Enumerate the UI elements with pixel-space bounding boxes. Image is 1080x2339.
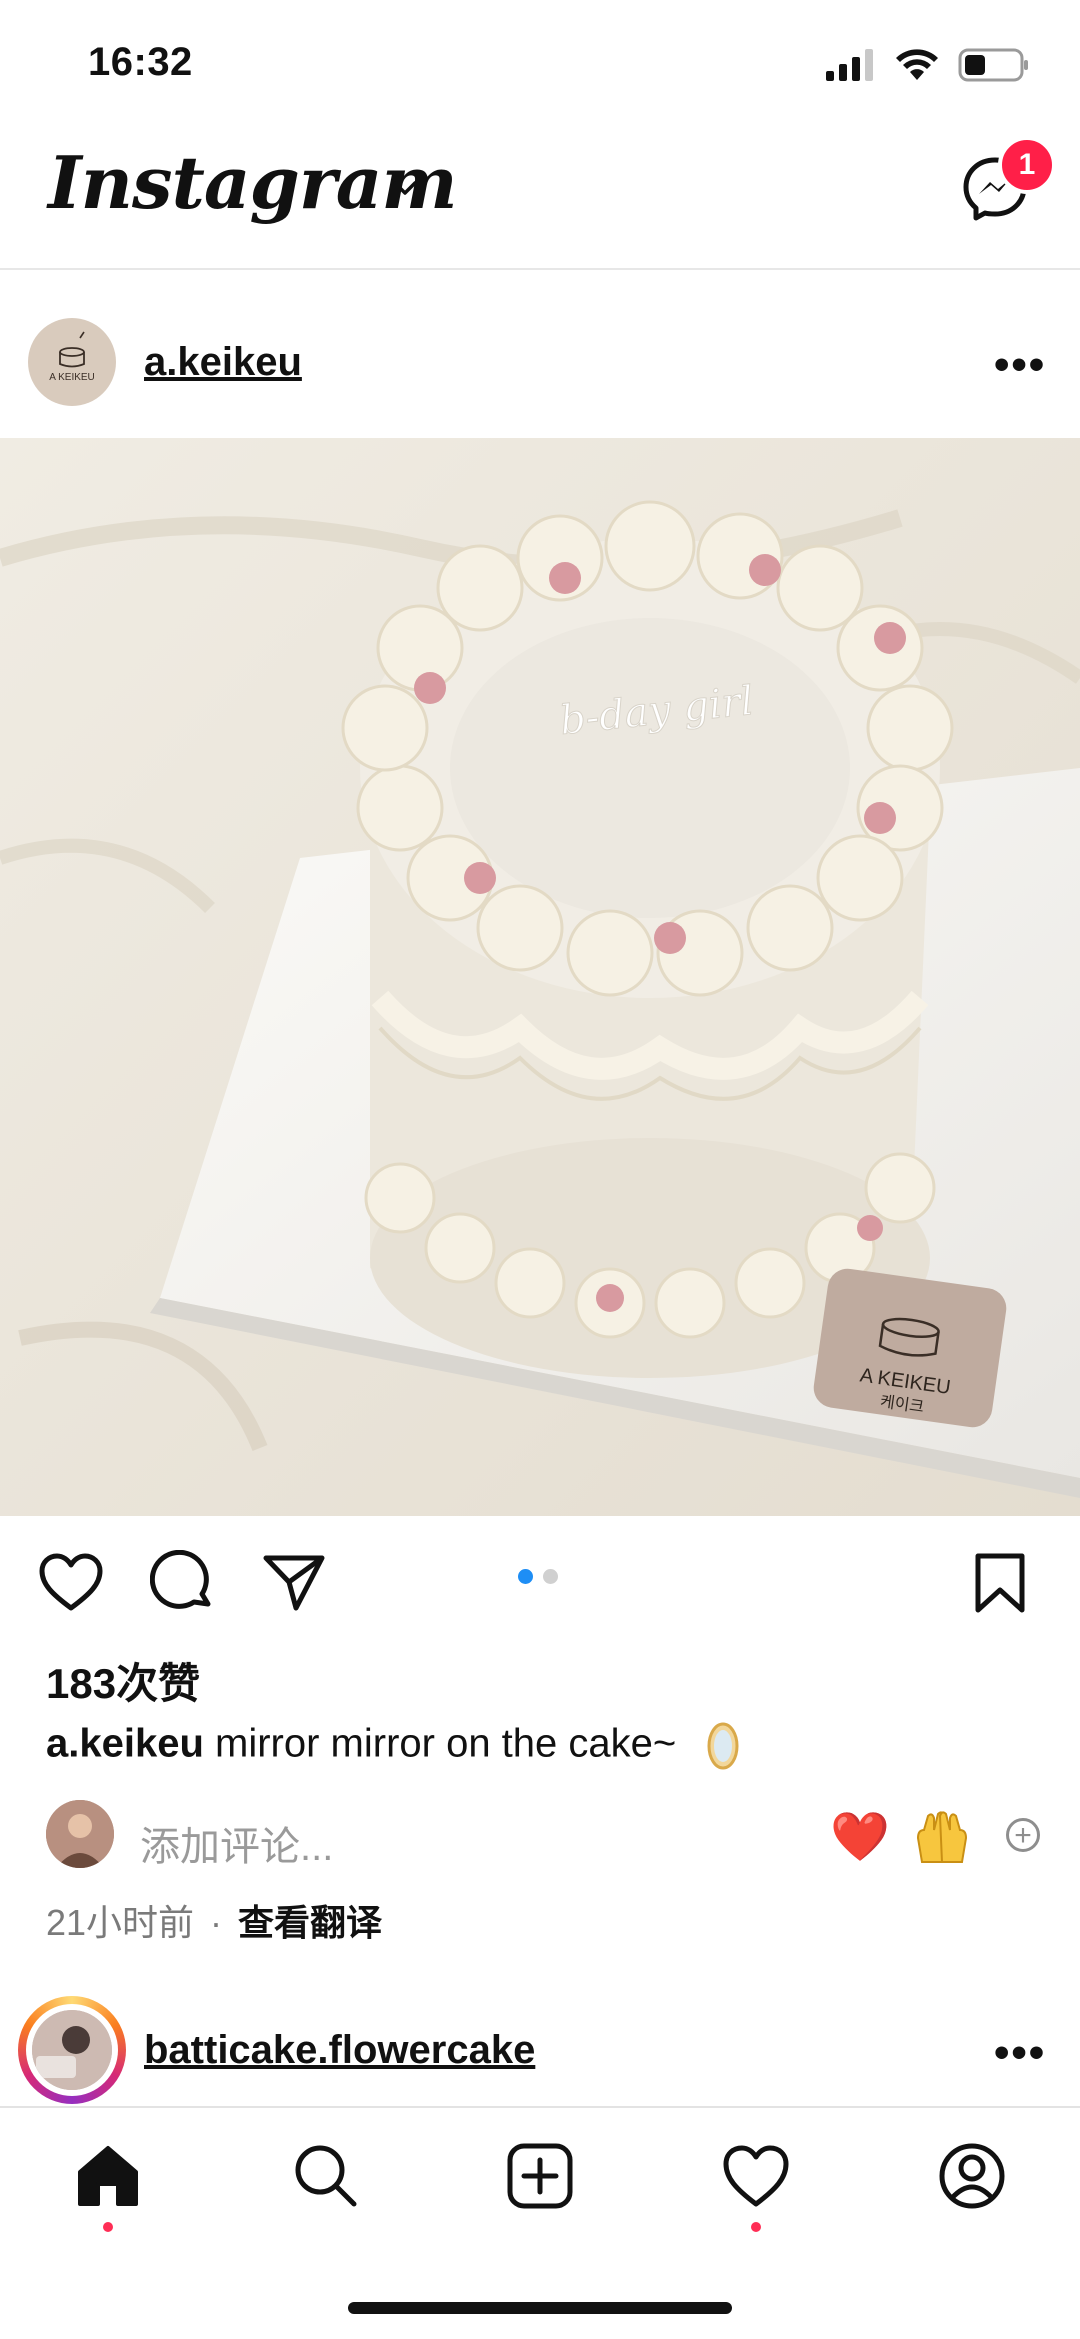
search-icon[interactable] — [290, 2140, 362, 2212]
home-indicator — [348, 2302, 732, 2314]
likes-count[interactable]: 183次赞 — [46, 1650, 200, 1711]
svg-text:A KEIKEU: A KEIKEU — [49, 372, 95, 383]
post-time: 21小时前 — [46, 1902, 195, 1943]
caption-username[interactable]: a.keikeu — [46, 1722, 204, 1766]
status-time: 16:32 — [88, 40, 193, 84]
post-image[interactable]: b-day girl A KEIKEU 케이크 — [0, 438, 1080, 1516]
post-username[interactable]: batticake.flowercake — [144, 2028, 535, 2073]
cake-logo-icon: A KEIKEU — [49, 331, 95, 383]
caption-text: mirror mirror on the cake~ — [215, 1721, 677, 1766]
messages-badge: 1 — [998, 136, 1056, 194]
wifi-icon — [896, 49, 938, 80]
activity-heart-icon[interactable] — [720, 2140, 792, 2212]
status-icons — [826, 48, 1030, 82]
add-comment-input[interactable]: 添加评论... — [140, 1814, 333, 1872]
post-username[interactable]: a.keikeu — [144, 340, 302, 385]
carousel-dot — [543, 1569, 558, 1584]
avatar[interactable]: A KEIKEU — [28, 318, 116, 406]
like-heart-icon[interactable] — [38, 1552, 104, 1612]
home-notification-dot — [103, 2222, 113, 2232]
share-send-icon[interactable] — [262, 1552, 326, 1612]
cellular-signal-icon — [826, 49, 873, 81]
battery-icon — [958, 48, 1028, 82]
user-photo-icon — [32, 2010, 112, 2090]
see-translation-link[interactable]: 查看翻译 — [238, 1902, 382, 1943]
post-meta-row: 21小时前 · 查看翻译 — [46, 1894, 382, 1946]
profile-icon[interactable] — [936, 2140, 1008, 2212]
comment-icon[interactable] — [150, 1550, 214, 1614]
raising-hands-emoji-icon[interactable] — [912, 1808, 972, 1864]
chevron-down-icon[interactable] — [392, 180, 418, 198]
avatar[interactable] — [32, 2010, 112, 2090]
current-user-avatar[interactable] — [46, 1800, 114, 1868]
add-emoji-button[interactable]: + — [1006, 1818, 1040, 1852]
caption: a.keikeu mirror mirror on the cake~ — [46, 1720, 741, 1772]
activity-notification-dot — [751, 2222, 761, 2232]
mirror-emoji-icon — [707, 1722, 739, 1770]
carousel-dot-active — [518, 1569, 533, 1584]
cake-photo-illustration: b-day girl A KEIKEU 케이크 — [0, 438, 1080, 1516]
header-divider — [0, 268, 1080, 270]
post-more-button[interactable]: ••• — [994, 2028, 1046, 2078]
save-bookmark-icon[interactable] — [974, 1552, 1026, 1614]
meta-separator: · — [210, 1902, 223, 1943]
quick-emoji-heart[interactable]: ❤️ — [830, 1808, 890, 1865]
user-photo-icon — [46, 1800, 114, 1868]
create-post-icon[interactable] — [504, 2140, 576, 2212]
carousel-indicator — [518, 1569, 558, 1584]
post-more-button[interactable]: ••• — [994, 340, 1046, 390]
home-icon[interactable] — [72, 2140, 144, 2212]
